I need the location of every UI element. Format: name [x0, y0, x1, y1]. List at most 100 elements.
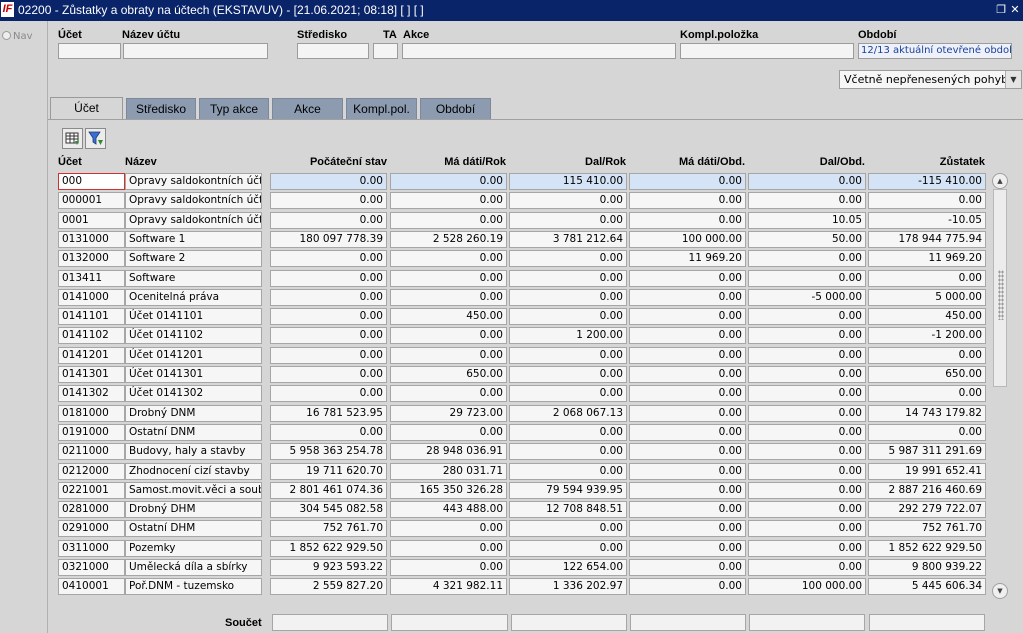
cell-dal-rok[interactable]: 0.00 — [509, 212, 627, 229]
cell-dal-rok[interactable]: 0.00 — [509, 192, 627, 209]
cell-nazev[interactable]: Účet 0141101 — [125, 308, 262, 325]
cell-dal-obd[interactable]: 0.00 — [748, 250, 866, 267]
cell-ucet[interactable]: 0221001 — [58, 482, 125, 499]
cell-nazev[interactable]: Opravy saldokontních účtů — [125, 173, 262, 190]
cell-ucet[interactable]: 0321000 — [58, 559, 125, 576]
cell-zustatek[interactable]: -115 410.00 — [868, 173, 986, 190]
cell-pocatecni-stav[interactable]: 1 852 622 929.50 — [270, 540, 387, 557]
cell-dal-obd[interactable]: 100 000.00 — [748, 578, 866, 595]
cell-ma-dati-obd[interactable]: 0.00 — [629, 501, 746, 518]
cell-nazev[interactable]: Software 1 — [125, 231, 262, 248]
col-header-zustatek[interactable]: Zůstatek — [867, 156, 985, 170]
cell-dal-obd[interactable]: 0.00 — [748, 270, 866, 287]
cell-ma-dati-obd[interactable]: 0.00 — [629, 308, 746, 325]
cell-dal-obd[interactable]: 0.00 — [748, 405, 866, 422]
cell-nazev[interactable]: Ocenitelná práva — [125, 289, 262, 306]
cell-ma-dati-obd[interactable]: 0.00 — [629, 405, 746, 422]
cell-ma-dati-rok[interactable]: 450.00 — [390, 308, 507, 325]
cell-ma-dati-obd[interactable]: 0.00 — [629, 520, 746, 537]
cell-dal-obd[interactable]: 0.00 — [748, 443, 866, 460]
cell-dal-obd[interactable]: 0.00 — [748, 424, 866, 441]
cell-pocatecni-stav[interactable]: 0.00 — [270, 192, 387, 209]
movement-select[interactable]: Včetně nepřenesených pohybů ▼ — [839, 70, 1022, 89]
cell-dal-rok[interactable]: 12 708 848.51 — [509, 501, 627, 518]
cell-dal-rok[interactable]: 0.00 — [509, 308, 627, 325]
cell-ma-dati-obd[interactable]: 0.00 — [629, 212, 746, 229]
tab-ucet[interactable]: Účet — [50, 97, 123, 119]
cell-nazev[interactable]: Umělecká díla a sbírky — [125, 559, 262, 576]
cell-zustatek[interactable]: -10.05 — [868, 212, 986, 229]
col-header-pocatecni-stav[interactable]: Počáteční stav — [270, 156, 387, 170]
akce-input[interactable] — [402, 43, 676, 59]
cell-nazev[interactable]: Budovy, haly a stavby — [125, 443, 262, 460]
cell-ma-dati-obd[interactable]: 0.00 — [629, 482, 746, 499]
cell-pocatecni-stav[interactable]: 0.00 — [270, 308, 387, 325]
cell-dal-obd[interactable]: 0.00 — [748, 366, 866, 383]
cell-ma-dati-obd[interactable]: 0.00 — [629, 192, 746, 209]
cell-nazev[interactable]: Drobný DNM — [125, 405, 262, 422]
cell-nazev[interactable]: Ostatní DHM — [125, 520, 262, 537]
cell-nazev[interactable]: Účet 0141102 — [125, 327, 262, 344]
cell-pocatecni-stav[interactable]: 19 711 620.70 — [270, 463, 387, 480]
cell-nazev[interactable]: Opravy saldokontních účtů ( — [125, 192, 262, 209]
cell-ucet[interactable]: 0141201 — [58, 347, 125, 364]
cell-dal-obd[interactable]: 0.00 — [748, 192, 866, 209]
cell-ma-dati-rok[interactable]: 4 321 982.11 — [390, 578, 507, 595]
cell-zustatek[interactable]: 292 279 722.07 — [868, 501, 986, 518]
cell-ma-dati-obd[interactable]: 0.00 — [629, 443, 746, 460]
cell-ma-dati-obd[interactable]: 0.00 — [629, 289, 746, 306]
cell-pocatecni-stav[interactable]: 0.00 — [270, 173, 387, 190]
cell-zustatek[interactable]: 14 743 179.82 — [868, 405, 986, 422]
cell-zustatek[interactable]: 5 987 311 291.69 — [868, 443, 986, 460]
cell-zustatek[interactable]: 5 000.00 — [868, 289, 986, 306]
restore-window-icon[interactable]: ❐ — [995, 4, 1007, 16]
cell-ma-dati-rok[interactable]: 2 528 260.19 — [390, 231, 507, 248]
cell-nazev[interactable]: Software — [125, 270, 262, 287]
scrollbar-thumb[interactable] — [993, 189, 1007, 387]
cell-ma-dati-obd[interactable]: 0.00 — [629, 559, 746, 576]
cell-pocatecni-stav[interactable]: 0.00 — [270, 347, 387, 364]
cell-ucet[interactable]: 0311000 — [58, 540, 125, 557]
cell-pocatecni-stav[interactable]: 2 559 827.20 — [270, 578, 387, 595]
cell-ma-dati-obd[interactable]: 0.00 — [629, 366, 746, 383]
filter-button[interactable] — [85, 128, 106, 149]
cell-dal-obd[interactable]: 0.00 — [748, 347, 866, 364]
cell-dal-obd[interactable]: 0.00 — [748, 385, 866, 402]
cell-zustatek[interactable]: 11 969.20 — [868, 250, 986, 267]
tab-obdobi[interactable]: Období — [420, 98, 491, 119]
cell-ucet[interactable]: 0212000 — [58, 463, 125, 480]
cell-zustatek[interactable]: 178 944 775.94 — [868, 231, 986, 248]
cell-ucet[interactable]: 0141301 — [58, 366, 125, 383]
nav-toggle[interactable]: Nav — [2, 31, 33, 42]
cell-dal-obd[interactable]: 0.00 — [748, 559, 866, 576]
nazev-uctu-input[interactable] — [123, 43, 268, 59]
cell-ucet[interactable]: 0132000 — [58, 250, 125, 267]
cell-ucet[interactable]: 0410001 — [58, 578, 125, 595]
col-header-ma-dati-rok[interactable]: Má dáti/Rok — [389, 156, 506, 170]
obdobi-input[interactable]: 12/13 aktuální otevřené období — [858, 43, 1012, 59]
cell-ma-dati-rok[interactable]: 650.00 — [390, 366, 507, 383]
cell-dal-obd[interactable]: 0.00 — [748, 327, 866, 344]
cell-nazev[interactable]: Ostatní DNM — [125, 424, 262, 441]
cell-dal-rok[interactable]: 79 594 939.95 — [509, 482, 627, 499]
cell-nazev[interactable]: Účet 0141301 — [125, 366, 262, 383]
cell-nazev[interactable]: Software 2 — [125, 250, 262, 267]
close-window-icon[interactable]: ✕ — [1009, 4, 1021, 16]
col-header-ma-dati-obd[interactable]: Má dáti/Obd. — [628, 156, 745, 170]
cell-zustatek[interactable]: 752 761.70 — [868, 520, 986, 537]
cell-dal-obd[interactable]: 10.05 — [748, 212, 866, 229]
cell-pocatecni-stav[interactable]: 304 545 082.58 — [270, 501, 387, 518]
cell-ma-dati-obd[interactable]: 0.00 — [629, 463, 746, 480]
cell-dal-rok[interactable]: 0.00 — [509, 424, 627, 441]
tab-akce[interactable]: Akce — [272, 98, 343, 119]
cell-dal-rok[interactable]: 0.00 — [509, 443, 627, 460]
cell-dal-rok[interactable]: 0.00 — [509, 463, 627, 480]
cell-nazev[interactable]: Účet 0141201 — [125, 347, 262, 364]
cell-ma-dati-rok[interactable]: 0.00 — [390, 270, 507, 287]
cell-dal-obd[interactable]: 0.00 — [748, 482, 866, 499]
cell-dal-obd[interactable]: 0.00 — [748, 520, 866, 537]
tab-stredisko[interactable]: Středisko — [126, 98, 196, 119]
kompl-polozka-input[interactable] — [680, 43, 854, 59]
cell-pocatecni-stav[interactable]: 0.00 — [270, 250, 387, 267]
cell-zustatek[interactable]: 0.00 — [868, 192, 986, 209]
